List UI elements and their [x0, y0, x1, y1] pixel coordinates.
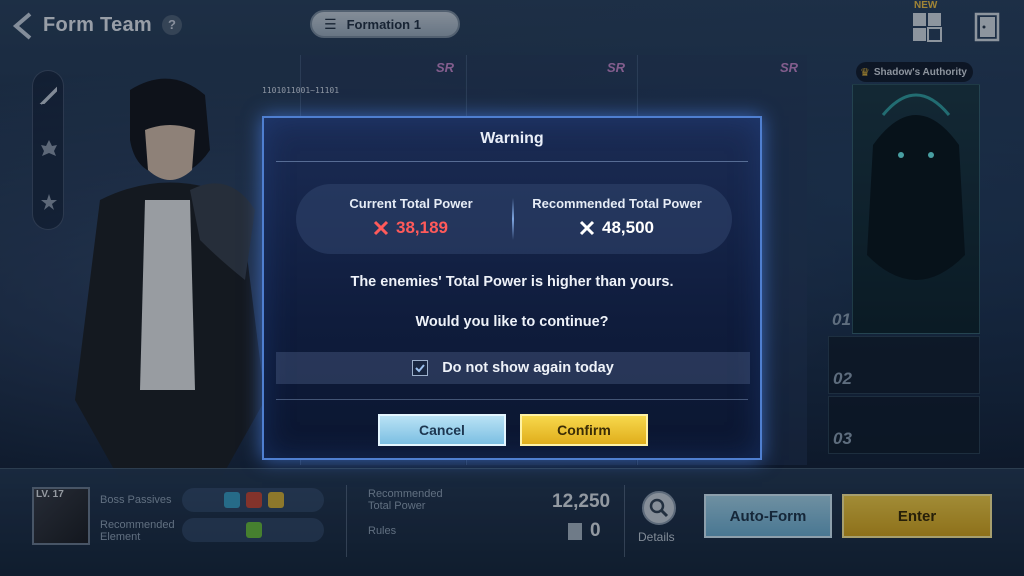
current-power-label: Current Total Power: [349, 196, 473, 211]
divider: [276, 161, 748, 162]
continue-question: Would you like to continue?: [415, 314, 609, 330]
do-not-show-checkbox[interactable]: [412, 360, 429, 376]
divider: [512, 198, 514, 240]
cancel-button[interactable]: Cancel: [378, 414, 506, 446]
do-not-show-row[interactable]: Do not show again today: [276, 352, 750, 384]
warning-dialog: Warning Current Total Power 38,189 Recom…: [262, 116, 762, 460]
confirm-button[interactable]: Confirm: [520, 414, 648, 446]
current-power: 38,189: [372, 218, 448, 238]
dialog-title: Warning: [480, 130, 544, 147]
current-power-value: 38,189: [396, 218, 448, 237]
crossed-swords-icon: [579, 220, 595, 236]
do-not-show-label: Do not show again today: [442, 360, 614, 376]
recommended-power: 48,500: [578, 218, 654, 238]
crossed-swords-icon: [373, 220, 389, 236]
warning-message: The enemies' Total Power is higher than …: [350, 274, 674, 290]
recommended-power-label: Recommended Total Power: [532, 196, 702, 211]
recommended-power-value: 48,500: [602, 218, 654, 237]
checkmark-icon: [415, 364, 425, 373]
divider: [276, 399, 748, 400]
power-comparison: Current Total Power 38,189 Recommended T…: [296, 184, 732, 254]
